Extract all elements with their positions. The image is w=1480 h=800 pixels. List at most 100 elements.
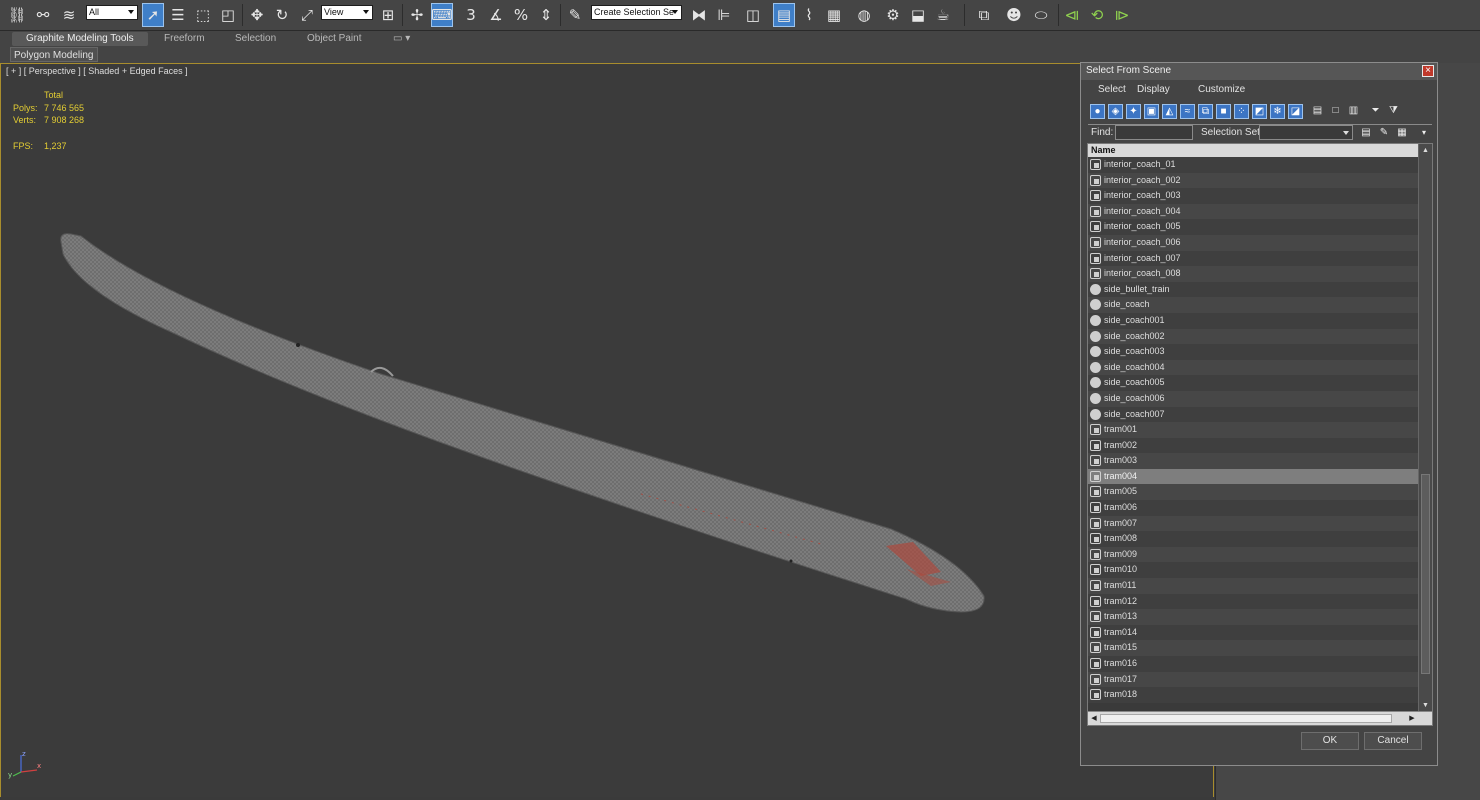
menu-select[interactable]: Select: [1098, 84, 1126, 95]
tab-graphite-modeling-tools[interactable]: Graphite Modeling Tools: [12, 32, 148, 46]
list-item[interactable]: interior_coach_006: [1088, 234, 1418, 251]
list-item[interactable]: interior_coach_003: [1088, 188, 1418, 204]
display-groups-icon[interactable]: ⧉: [1198, 104, 1213, 119]
list-item[interactable]: interior_coach_005: [1088, 219, 1418, 235]
list-item[interactable]: tram011: [1088, 578, 1418, 594]
display-none-icon[interactable]: □: [1328, 104, 1343, 119]
list-item[interactable]: side_coach001: [1088, 312, 1418, 329]
selection-set-new-icon[interactable]: ▤: [1359, 125, 1373, 140]
set-key-icon[interactable]: ⧐: [1111, 3, 1133, 27]
scroll-left-icon[interactable]: ◀: [1089, 714, 1099, 723]
train-mesh[interactable]: [1, 64, 1213, 797]
display-bones-icon[interactable]: ⁘: [1234, 104, 1249, 119]
list-item[interactable]: tram006: [1088, 500, 1418, 516]
list-item[interactable]: tram004: [1088, 468, 1418, 485]
keyboard-shortcut-icon[interactable]: ⌨: [431, 3, 453, 27]
display-spacewarps-icon[interactable]: ≈: [1180, 104, 1195, 119]
scale-icon[interactable]: ⤢: [296, 3, 318, 27]
list-item[interactable]: side_coach007: [1088, 406, 1418, 423]
material-editor-icon[interactable]: ◍: [853, 3, 875, 27]
horizontal-scrollbar[interactable]: ◀ ▶: [1088, 711, 1432, 725]
container-icon[interactable]: ⧉: [973, 3, 995, 27]
list-item[interactable]: side_coach003: [1088, 344, 1418, 360]
close-icon[interactable]: ×: [1422, 65, 1434, 77]
vertical-scrollbar[interactable]: ▲ ▼: [1418, 144, 1432, 712]
scene-states-icon[interactable]: ⬭: [1030, 3, 1052, 27]
ok-button[interactable]: OK: [1301, 732, 1359, 750]
display-shapes-icon[interactable]: ◈: [1108, 104, 1123, 119]
list-item[interactable]: interior_coach_004: [1088, 203, 1418, 220]
snap-toggle-icon[interactable]: 3: [460, 3, 482, 27]
list-item[interactable]: tram005: [1088, 484, 1418, 501]
display-lights-icon[interactable]: ✦: [1126, 104, 1141, 119]
list-item[interactable]: tram012: [1088, 593, 1418, 610]
find-input[interactable]: [1115, 125, 1193, 140]
scroll-up-icon[interactable]: ▲: [1421, 146, 1430, 155]
list-item[interactable]: tram017: [1088, 671, 1418, 688]
layer-manager-icon[interactable]: ◫: [742, 3, 764, 27]
display-invert-icon[interactable]: ▥: [1346, 104, 1361, 119]
list-item[interactable]: tram016: [1088, 656, 1418, 672]
display-all-icon[interactable]: ▤: [1310, 104, 1325, 119]
menu-customize[interactable]: Customize: [1198, 84, 1245, 95]
vertical-scroll-thumb[interactable]: [1421, 474, 1430, 674]
select-by-name-icon[interactable]: ☰: [167, 3, 189, 27]
display-cameras-icon[interactable]: ▣: [1144, 104, 1159, 119]
display-geometry-icon[interactable]: ●: [1090, 104, 1105, 119]
curve-editor-icon[interactable]: ⌇: [798, 3, 820, 27]
tab-selection[interactable]: Selection: [235, 32, 276, 46]
ribbon-options-icon[interactable]: ▭ ▾: [393, 32, 410, 46]
filter-icon[interactable]: ⏷: [1368, 104, 1383, 119]
list-item[interactable]: tram018: [1088, 687, 1418, 703]
list-item[interactable]: side_coach005: [1088, 375, 1418, 391]
display-containers-icon[interactable]: ◩: [1252, 104, 1267, 119]
list-item[interactable]: side_coach004: [1088, 359, 1418, 376]
list-item[interactable]: side_coach002: [1088, 328, 1418, 345]
rotate-icon[interactable]: ↻: [271, 3, 293, 27]
list-item[interactable]: interior_coach_002: [1088, 172, 1418, 189]
edit-named-selection-icon[interactable]: ✎: [564, 3, 586, 27]
pivot-icon[interactable]: ⊞: [377, 3, 399, 27]
column-header-name[interactable]: Name: [1088, 144, 1418, 157]
filter-options-icon[interactable]: ⧩: [1386, 104, 1401, 119]
list-item[interactable]: tram002: [1088, 437, 1418, 454]
selection-filter-dropdown[interactable]: All: [86, 5, 138, 20]
list-item[interactable]: side_coach006: [1088, 390, 1418, 407]
window-crossing-icon[interactable]: ◰: [217, 3, 239, 27]
list-item[interactable]: interior_coach_007: [1088, 250, 1418, 267]
polygon-modeling-panel[interactable]: Polygon Modeling: [10, 47, 98, 62]
render-setup-icon[interactable]: ⚙: [882, 3, 904, 27]
display-frozen-icon[interactable]: ❄: [1270, 104, 1285, 119]
key-mode-icon[interactable]: ⧏: [1061, 3, 1083, 27]
display-xrefs-icon[interactable]: ■: [1216, 104, 1231, 119]
select-object-icon[interactable]: ➚: [142, 3, 164, 27]
link-icon[interactable]: ⛓: [6, 3, 28, 27]
schematic-view-icon[interactable]: ▦: [823, 3, 845, 27]
unlink-icon[interactable]: ⚯: [32, 3, 54, 27]
list-item[interactable]: side_bullet_train: [1088, 281, 1418, 298]
auto-key-icon[interactable]: ⟲: [1086, 3, 1108, 27]
list-item[interactable]: tram007: [1088, 515, 1418, 532]
scroll-down-icon[interactable]: ▼: [1421, 701, 1430, 710]
list-item[interactable]: tram008: [1088, 531, 1418, 547]
list-item[interactable]: tram001: [1088, 422, 1418, 438]
menu-display[interactable]: Display: [1137, 84, 1170, 95]
list-item[interactable]: interior_coach_01: [1088, 157, 1418, 173]
collapse-options-icon[interactable]: ▾: [1417, 125, 1431, 140]
graphite-toggle-icon[interactable]: ▤: [773, 3, 795, 27]
selection-set-edit-icon[interactable]: ✎: [1377, 125, 1391, 140]
dialog-title-bar[interactable]: Select From Scene ×: [1081, 63, 1437, 80]
render-icon[interactable]: ☕: [932, 3, 954, 27]
cancel-button[interactable]: Cancel: [1364, 732, 1422, 750]
list-item[interactable]: side_coach: [1088, 297, 1418, 313]
spinner-snap-icon[interactable]: ⇕: [535, 3, 557, 27]
reference-coordinate-dropdown[interactable]: View: [321, 5, 373, 20]
display-hidden-icon[interactable]: ◪: [1288, 104, 1303, 119]
percent-snap-icon[interactable]: %: [510, 3, 532, 27]
perspective-viewport[interactable]: [ + ] [ Perspective ] [ Shaded + Edged F…: [0, 63, 1214, 798]
selection-set-remove-icon[interactable]: ▦: [1395, 125, 1409, 140]
horizontal-scroll-thumb[interactable]: [1100, 714, 1392, 723]
list-item[interactable]: tram013: [1088, 609, 1418, 625]
rect-selection-icon[interactable]: ⬚: [192, 3, 214, 27]
angle-snap-icon[interactable]: ∡: [485, 3, 507, 27]
